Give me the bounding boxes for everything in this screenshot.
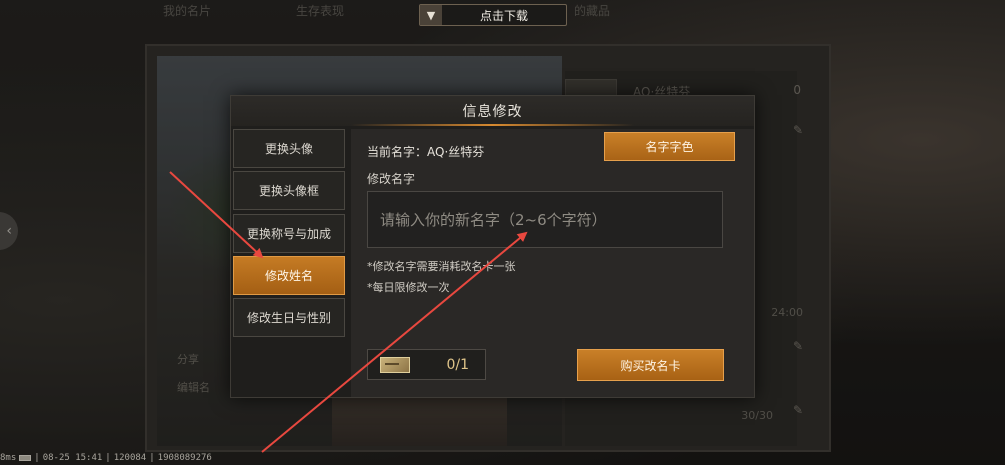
header-glow-line: [351, 124, 634, 126]
menu-item-change-name[interactable]: 修改姓名: [233, 256, 345, 295]
info-edit-modal: 信息修改 更换头像 更换头像框 更换称号与加成 修改姓名 修改生日与性别 当前名…: [230, 95, 755, 398]
status-id2: 1908089276: [157, 453, 212, 463]
name-color-button[interactable]: 名字字色: [604, 132, 735, 161]
status-bar: 8ms | 08-25 15:41 | 120084 | 1908089276: [0, 451, 300, 465]
latency: 8ms: [0, 453, 17, 463]
rename-card-counter: 0/1: [367, 349, 486, 380]
status-separator: |: [34, 453, 40, 463]
download-button[interactable]: ▼ 点击下载: [419, 4, 567, 26]
menu-item-change-title[interactable]: 更换称号与加成: [233, 214, 345, 253]
rename-cost-note: *修改名字需要消耗改名卡一张: [367, 260, 516, 273]
menu-item-change-avatar[interactable]: 更换头像: [233, 129, 345, 168]
battery-icon: [19, 455, 32, 461]
rename-panel: 当前名字：AQ·丝特芬 名字字色 修改名字 *修改名字需要消耗改名卡一张 *每日…: [351, 129, 754, 397]
current-name-label: 当前名字：AQ·丝特芬: [367, 145, 485, 159]
modal-header: 信息修改: [231, 96, 754, 126]
rename-limit-note: *每日限修改一次: [367, 281, 450, 294]
rename-card-icon: [380, 356, 410, 373]
buy-rename-card-button[interactable]: 购买改名卡: [577, 349, 724, 381]
card-count: 0/1: [446, 356, 469, 373]
status-id1: 120084: [113, 453, 147, 463]
datetime: 08-25 15:41: [42, 453, 103, 463]
status-separator: |: [105, 453, 111, 463]
menu-item-change-avatar-frame[interactable]: 更换头像框: [233, 171, 345, 210]
status-separator: |: [149, 453, 155, 463]
download-arrow-icon: ▼: [420, 5, 442, 25]
menu-item-change-birthday-gender[interactable]: 修改生日与性别: [233, 298, 345, 337]
new-name-input[interactable]: [367, 191, 723, 248]
rename-section-label: 修改名字: [367, 172, 416, 186]
modal-title: 信息修改: [462, 104, 523, 120]
download-label: 点击下载: [479, 8, 528, 23]
